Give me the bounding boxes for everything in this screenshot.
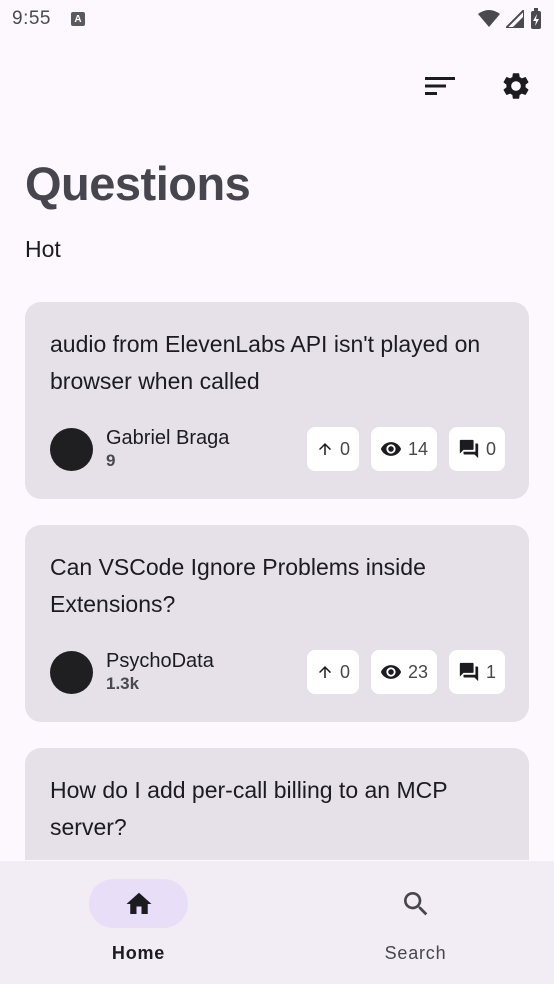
answers-chip: 0	[448, 427, 505, 471]
question-title: Can VSCode Ignore Problems inside Extens…	[50, 554, 426, 617]
nav-search-label: Search	[384, 943, 447, 963]
answers-count: 0	[485, 438, 496, 459]
question-card[interactable]: Can VSCode Ignore Problems inside Extens…	[25, 525, 529, 722]
question-list[interactable]: audio from ElevenLabs API isn't played o…	[25, 302, 529, 860]
sort-button[interactable]	[422, 68, 458, 104]
settings-button[interactable]	[498, 68, 534, 104]
home-icon	[126, 892, 151, 914]
status-icons	[478, 8, 542, 30]
sort-icon	[425, 77, 455, 95]
signal-icon	[506, 10, 524, 28]
eye-icon	[380, 442, 402, 456]
forum-icon	[459, 662, 479, 682]
page-title: Questions	[25, 157, 251, 210]
author-name: Gabriel Braga	[106, 427, 230, 449]
question-stats: 0 23 1	[306, 650, 505, 694]
nav-home-label: Home	[111, 943, 166, 963]
views-count: 14	[407, 438, 428, 459]
votes-chip: 0	[306, 427, 359, 471]
nav-home-indicator	[89, 879, 188, 928]
question-title: How do I add per-call billing to an MCP …	[50, 777, 448, 840]
votes-chip: 0	[306, 650, 359, 694]
wifi-icon	[478, 10, 500, 27]
author-info: PsychoData 1.3k	[106, 649, 214, 695]
views-chip: 23	[370, 650, 437, 694]
feed-filter-label: Hot	[25, 236, 61, 262]
answers-count: 1	[485, 661, 496, 682]
forum-icon	[459, 439, 479, 459]
bottom-navigation: Home Search	[0, 861, 554, 984]
question-card[interactable]: audio from ElevenLabs API isn't played o…	[25, 302, 529, 499]
search-icon	[403, 891, 427, 915]
question-meta: Gabriel Braga 9 0 14 0	[50, 426, 505, 472]
status-bar: 9:55 A	[0, 0, 554, 38]
votes-count: 0	[339, 661, 350, 682]
author-name: PsychoData	[106, 650, 214, 672]
gear-icon	[503, 73, 529, 99]
arrow-up-icon	[318, 443, 331, 455]
author-reputation: 1.3k	[106, 674, 140, 693]
author-reputation: 9	[106, 451, 116, 470]
top-actions	[422, 68, 534, 104]
question-card[interactable]: How do I add per-call billing to an MCP …	[25, 748, 529, 860]
nav-search-indicator	[366, 879, 465, 928]
views-chip: 14	[370, 427, 437, 471]
views-count: 23	[407, 661, 428, 682]
nav-home[interactable]: Home	[0, 861, 277, 984]
question-title: audio from ElevenLabs API isn't played o…	[50, 331, 481, 394]
arrow-up-icon	[318, 666, 331, 678]
question-meta: PsychoData 1.3k 0 23 1	[50, 649, 505, 695]
status-time: 9:55	[12, 8, 51, 29]
nav-search[interactable]: Search	[277, 861, 554, 984]
avatar	[50, 650, 93, 694]
notification-icon: A	[70, 12, 85, 26]
eye-icon	[380, 665, 402, 679]
author-info: Gabriel Braga 9	[106, 426, 229, 472]
avatar	[50, 427, 93, 471]
answers-chip: 1	[448, 650, 505, 694]
votes-count: 0	[339, 438, 350, 459]
question-stats: 0 14 0	[306, 427, 505, 471]
battery-icon	[531, 8, 541, 29]
